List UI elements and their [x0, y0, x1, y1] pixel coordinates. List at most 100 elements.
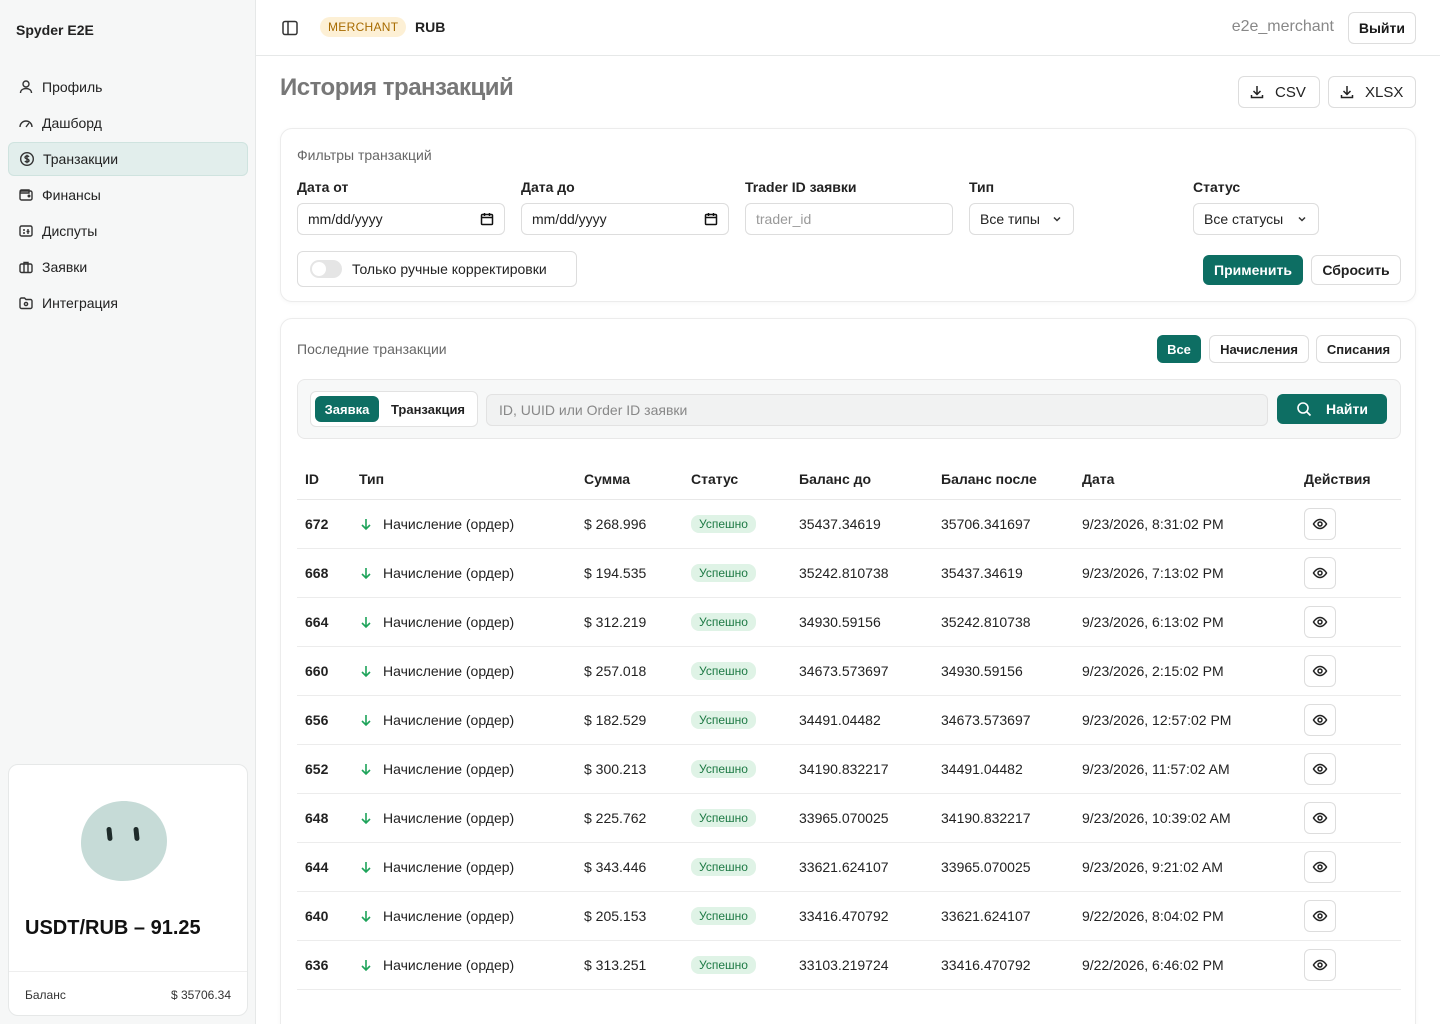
cell-status: Успешно — [683, 940, 791, 990]
mode-request[interactable]: Заявка — [315, 396, 379, 422]
sidebar-item-dashboard[interactable]: Дашборд — [8, 106, 248, 140]
find-button[interactable]: Найти — [1277, 394, 1387, 424]
sidebar-item-requests[interactable]: Заявки — [8, 250, 248, 284]
cell-actions — [1296, 842, 1401, 892]
type-label: Начисление (ордер) — [383, 613, 515, 630]
view-button[interactable] — [1304, 752, 1336, 785]
tab-debits[interactable]: Списания — [1316, 335, 1401, 363]
cell-id: 668 — [297, 548, 351, 598]
recent-transactions-panel: Последние транзакции Все Начисления Спис… — [280, 318, 1416, 1024]
eye-icon — [1312, 616, 1328, 627]
date-to-input[interactable]: mm/dd/yyyy — [521, 203, 729, 235]
cell-balance-before: 34491.04482 — [791, 695, 933, 745]
currency-label: RUB — [415, 19, 446, 35]
sidebar-item-label: Профиль — [42, 79, 103, 95]
sidebar-item-integration[interactable]: Интеграция — [8, 286, 248, 320]
apply-button[interactable]: Применить — [1203, 255, 1303, 285]
sidebar-item-label: Диспуты — [42, 223, 98, 239]
balance-card: USDT/RUB – 91.25 Баланс $ 35706.34 — [8, 764, 248, 1016]
view-button[interactable] — [1304, 605, 1336, 638]
date-from-label: Дата от — [297, 179, 349, 195]
cell-type: Начисление (ордер) — [351, 744, 576, 794]
cell-date: 9/23/2026, 9:21:02 AM — [1074, 842, 1296, 892]
username: e2e_merchant — [1231, 18, 1334, 35]
sidebar-item-finance[interactable]: Финансы — [8, 178, 248, 212]
role-badge: MERCHANT — [320, 17, 407, 37]
column-header: Баланс после — [933, 459, 1074, 500]
download-icon — [1340, 86, 1354, 99]
type-select[interactable]: Все типы — [969, 203, 1074, 235]
table-row: 656 Начисление (ордер) $ 182.529 Успешно 344… — [297, 695, 1401, 745]
cell-date: 9/23/2026, 7:13:02 PM — [1074, 548, 1296, 598]
arrow-down-icon — [361, 959, 371, 971]
sidebar-nav: Профиль Дашборд Транзакции Финансы Диспу… — [8, 70, 248, 322]
dispute-icon — [18, 223, 34, 239]
sidebar-item-transactions[interactable]: Транзакции — [8, 142, 248, 176]
cell-balance-after: 35242.810738 — [933, 597, 1074, 647]
page-title: История транзакций — [280, 74, 514, 101]
status-badge: Успешно — [691, 514, 756, 533]
view-button[interactable] — [1304, 801, 1336, 834]
reset-button[interactable]: Сбросить — [1311, 255, 1401, 285]
chevron-down-icon — [1298, 216, 1306, 222]
column-header: Статус — [683, 459, 791, 500]
cell-amount: $ 205.153 — [576, 891, 683, 941]
cell-date: 9/23/2026, 12:57:02 PM — [1074, 695, 1296, 745]
topbar: MERCHANT RUB e2e_merchant Выйти — [256, 0, 1440, 56]
cell-amount: $ 182.529 — [576, 695, 683, 745]
cell-status: Успешно — [683, 842, 791, 892]
date-from-input[interactable]: mm/dd/yyyy — [297, 203, 505, 235]
cell-balance-before: 34930.59156 — [791, 597, 933, 647]
cell-type: Начисление (ордер) — [351, 646, 576, 696]
arrow-down-icon — [361, 665, 371, 677]
arrow-down-icon — [361, 812, 371, 824]
arrow-down-icon — [361, 616, 371, 628]
export-csv-button[interactable]: CSV — [1238, 76, 1320, 108]
view-button[interactable] — [1304, 654, 1336, 687]
cell-balance-before: 33103.219724 — [791, 940, 933, 990]
cell-balance-after: 34491.04482 — [933, 744, 1074, 794]
cell-amount: $ 225.762 — [576, 793, 683, 843]
manual-adjustments-toggle[interactable]: Только ручные корректировки — [297, 251, 577, 287]
cell-status: Успешно — [683, 597, 791, 647]
search-input[interactable]: ID, UUID или Order ID заявки — [486, 394, 1268, 426]
tab-all[interactable]: Все — [1157, 335, 1201, 363]
cell-amount: $ 300.213 — [576, 744, 683, 794]
search-icon — [1297, 402, 1312, 417]
table-row: 672 Начисление (ордер) $ 268.996 Успешно 354… — [297, 499, 1401, 549]
arrow-down-icon — [361, 910, 371, 922]
status-select[interactable]: Все статусы — [1193, 203, 1319, 235]
sidebar: Spyder E2E Профиль Дашборд Транзакции Фи… — [0, 0, 256, 1024]
view-button[interactable] — [1304, 703, 1336, 736]
cell-type: Начисление (ордер) — [351, 842, 576, 892]
export-xlsx-button[interactable]: XLSX — [1328, 76, 1416, 108]
type-label: Начисление (ордер) — [383, 711, 515, 728]
toggle-switch[interactable] — [310, 260, 342, 278]
status-badge: Успешно — [691, 759, 756, 778]
cell-balance-before: 35437.34619 — [791, 499, 933, 549]
view-button[interactable] — [1304, 899, 1336, 932]
date-to-label: Дата до — [521, 179, 575, 195]
tab-credits[interactable]: Начисления — [1209, 335, 1309, 363]
gauge-icon — [18, 115, 34, 131]
eye-icon — [1312, 959, 1328, 970]
type-label: Начисление (ордер) — [383, 809, 515, 826]
view-button[interactable] — [1304, 850, 1336, 883]
export-csv-label: CSV — [1275, 83, 1306, 101]
sidebar-item-profile[interactable]: Профиль — [8, 70, 248, 104]
wallet-icon — [18, 187, 34, 203]
cell-id: 652 — [297, 744, 351, 794]
sidebar-toggle-icon[interactable] — [280, 18, 300, 38]
sidebar-item-disputes[interactable]: Диспуты — [8, 214, 248, 248]
logout-button[interactable]: Выйти — [1347, 12, 1416, 44]
mode-transaction[interactable]: Транзакция — [383, 396, 473, 422]
view-button[interactable] — [1304, 948, 1336, 981]
view-button[interactable] — [1304, 556, 1336, 589]
column-header: Баланс до — [791, 459, 933, 500]
balance-value: $ 35706.34 — [170, 987, 231, 1002]
cell-balance-after: 34930.59156 — [933, 646, 1074, 696]
cell-type: Начисление (ордер) — [351, 940, 576, 990]
trader-id-input[interactable]: trader_id — [745, 203, 953, 235]
view-button[interactable] — [1304, 507, 1336, 540]
cell-status: Успешно — [683, 695, 791, 745]
